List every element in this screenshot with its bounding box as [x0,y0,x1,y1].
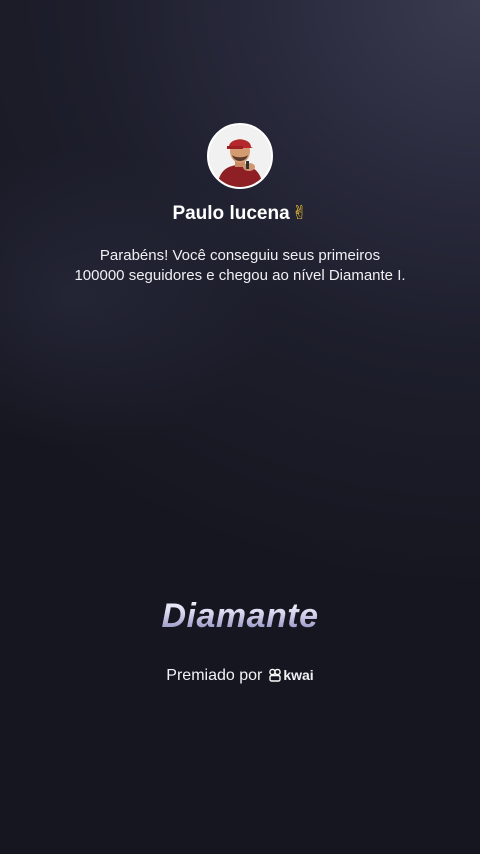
avatar[interactable] [207,123,273,189]
kwai-logo-icon [268,667,282,689]
kwai-brand-text: kwai [283,667,314,683]
message-line-1: Parabéns! Você conseguiu seus primeiros [99,247,381,264]
profile-name-row: Paulo lucena ✌ [0,200,480,227]
awarded-by: Premiado por kwai [0,664,480,689]
avatar-photo [209,125,271,187]
message-line-2: 100000 seguidores e chegou ao nível Diam… [74,267,406,284]
victory-hand-icon: ✌ [291,202,308,224]
congratulation-message: Parabéns! Você conseguiu seus primeiros … [40,246,440,286]
level-badge-title: Diamante [0,592,480,640]
profile-name: Paulo lucena [172,203,290,224]
achievement-screen: Paulo lucena ✌ Parabéns! Você conseguiu s… [0,0,480,854]
awarded-by-label: Premiado por [166,667,263,684]
